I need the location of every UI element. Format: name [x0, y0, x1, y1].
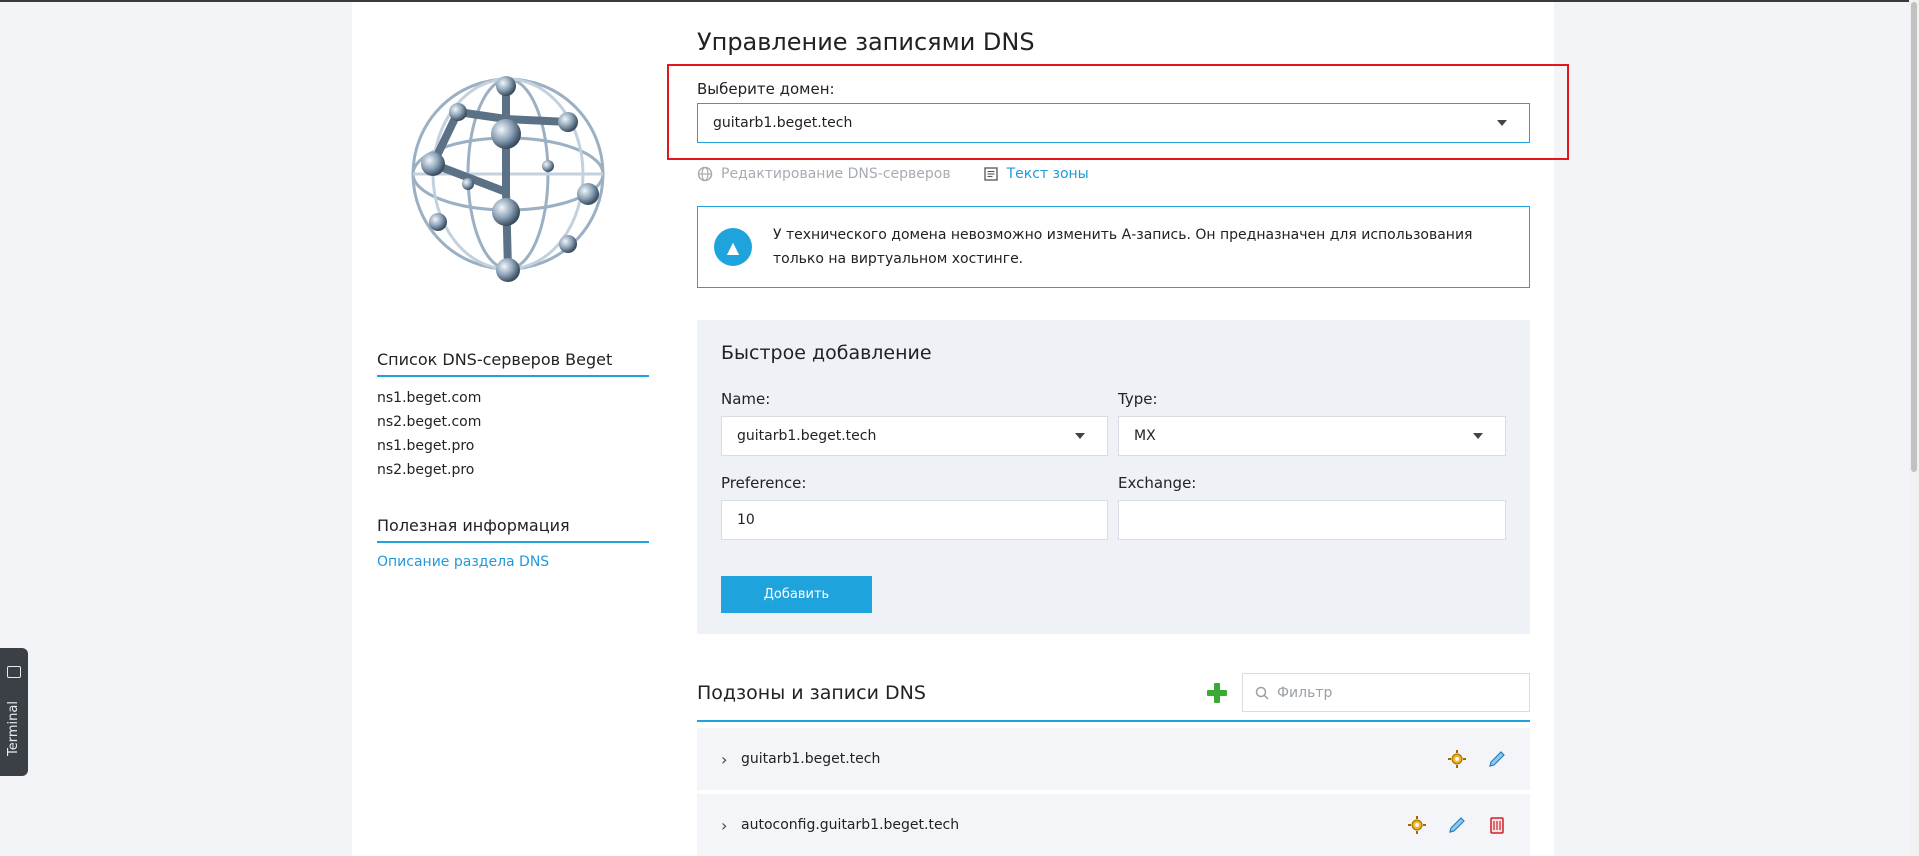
terminal-icon: [7, 666, 21, 678]
preference-input-value: 10: [737, 512, 755, 528]
terminal-tab[interactable]: Terminal: [0, 648, 28, 776]
technical-domain-notice: ▲ У технического домена невозможно измен…: [697, 206, 1530, 288]
list-item: ns1.beget.pro: [377, 438, 475, 454]
useful-info-heading: Полезная информация: [377, 516, 649, 543]
document-icon: [983, 167, 998, 181]
page-scrollbar[interactable]: [1909, 0, 1919, 856]
record-row[interactable]: › autoconfig.guitarb1.beget.tech: [697, 794, 1530, 856]
warning-icon: ▲: [714, 228, 752, 266]
name-label: Name:: [721, 390, 771, 408]
notice-text: У технического домена невозможно изменит…: [773, 227, 1473, 267]
chevron-down-icon: [1497, 120, 1507, 126]
type-select-value: MX: [1134, 428, 1156, 444]
name-select[interactable]: guitarb1.beget.tech: [721, 416, 1108, 456]
dns-section-description-link[interactable]: Описание раздела DNS: [377, 554, 549, 570]
quick-add-panel: Быстрое добавление Name: guitarb1.beget.…: [697, 320, 1530, 634]
subzones-records-title: Подзоны и записи DNS: [697, 682, 926, 704]
zone-text-link[interactable]: Текст зоны: [983, 166, 1089, 182]
add-subzone-plus-icon[interactable]: [1205, 681, 1229, 705]
preference-label: Preference:: [721, 474, 807, 492]
domain-select-label: Выберите домен:: [697, 80, 835, 98]
edit-dns-servers-link[interactable]: Редактирование DNS-серверов: [697, 166, 951, 182]
filter-placeholder: Фильтр: [1277, 684, 1333, 701]
settings-icon[interactable]: [1406, 814, 1428, 836]
dns-servers-list: ns1.beget.com ns2.beget.com ns1.beget.pr…: [377, 386, 481, 482]
terminal-label: Terminal: [6, 701, 21, 756]
record-name: guitarb1.beget.tech: [741, 751, 881, 767]
type-label: Type:: [1118, 390, 1158, 408]
exchange-label: Exchange:: [1118, 474, 1197, 492]
chevron-right-icon[interactable]: ›: [721, 816, 741, 835]
chevron-right-icon[interactable]: ›: [721, 750, 741, 769]
dns-globe-illustration: [411, 76, 605, 282]
record-name: autoconfig.guitarb1.beget.tech: [741, 817, 960, 833]
zone-text-label: Текст зоны: [1006, 166, 1089, 182]
records-filter-input[interactable]: Фильтр: [1242, 673, 1530, 712]
chevron-down-icon: [1075, 433, 1085, 439]
record-actions: [1446, 748, 1508, 770]
record-actions: [1406, 814, 1508, 836]
domain-links: Редактирование DNS-серверов Текст зоны: [697, 166, 1089, 182]
name-select-value: guitarb1.beget.tech: [737, 428, 877, 444]
trash-icon[interactable]: [1486, 814, 1508, 836]
quick-add-title: Быстрое добавление: [721, 342, 932, 364]
pencil-icon[interactable]: [1486, 748, 1508, 770]
scrollbar-thumb[interactable]: [1911, 2, 1917, 472]
list-item: ns1.beget.com: [377, 390, 482, 406]
list-item: ns2.beget.com: [377, 414, 482, 430]
page-content: Список DNS-серверов Beget ns1.beget.com …: [352, 2, 1569, 856]
page-title: Управление записями DNS: [697, 28, 1035, 56]
pencil-icon[interactable]: [1446, 814, 1468, 836]
edit-dns-servers-label: Редактирование DNS-серверов: [721, 166, 951, 182]
records-divider: [697, 720, 1530, 722]
exchange-input[interactable]: [1118, 500, 1506, 540]
add-record-button[interactable]: Добавить: [721, 576, 872, 613]
search-icon: [1255, 686, 1269, 700]
globe-icon: [697, 166, 713, 182]
chevron-down-icon: [1473, 433, 1483, 439]
record-row[interactable]: › guitarb1.beget.tech: [697, 728, 1530, 790]
settings-icon[interactable]: [1446, 748, 1468, 770]
type-select[interactable]: MX: [1118, 416, 1506, 456]
dns-servers-heading: Список DNS-серверов Beget: [377, 350, 649, 377]
preference-input[interactable]: 10: [721, 500, 1108, 540]
domain-select-value: guitarb1.beget.tech: [713, 115, 853, 131]
domain-select[interactable]: guitarb1.beget.tech: [697, 103, 1530, 143]
list-item: ns2.beget.pro: [377, 462, 475, 478]
